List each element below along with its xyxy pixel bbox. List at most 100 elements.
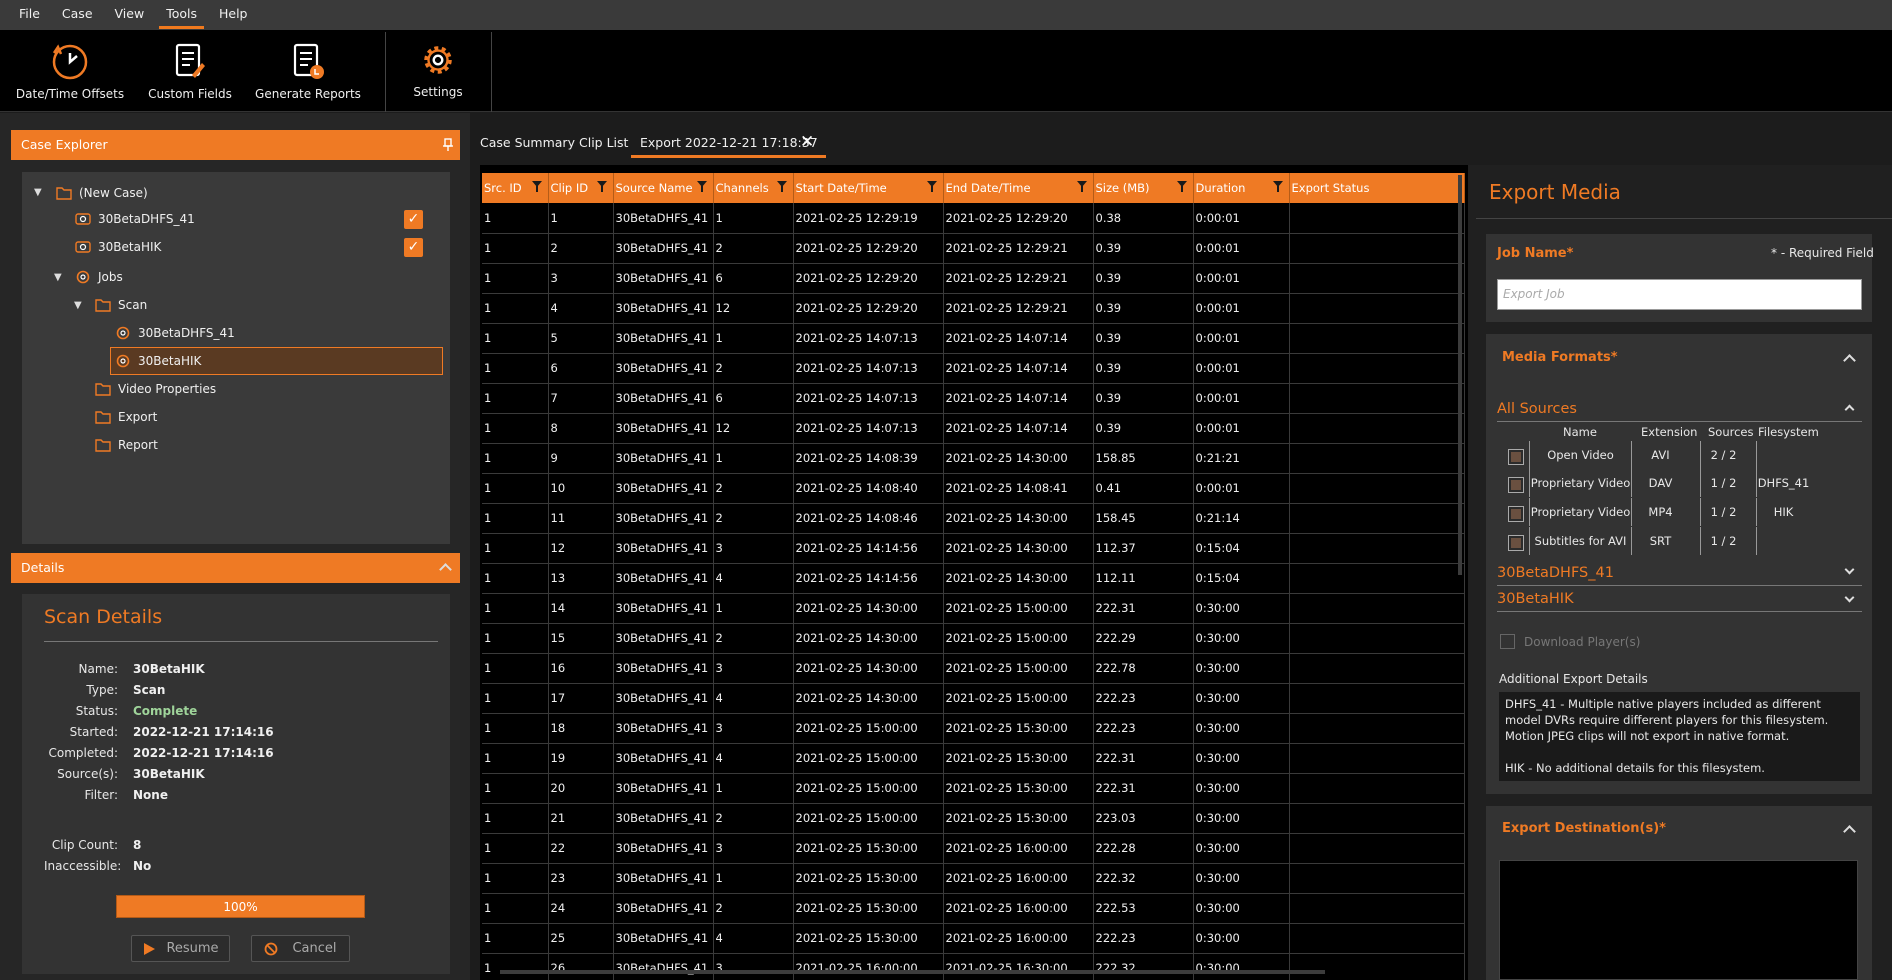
menu-view[interactable]: View bbox=[104, 0, 156, 30]
tree-node-new-case[interactable]: (New Case) bbox=[56, 182, 148, 204]
filter-icon[interactable] bbox=[1272, 181, 1283, 192]
source-group-label: 30BetaHIK bbox=[1497, 591, 1574, 607]
table-cell: 2021-02-25 14:07:13 bbox=[793, 323, 944, 354]
table-row[interactable]: 1 17 30BetaDHFS_41 4 2021-02-25 14:30:00 2021… bbox=[482, 683, 1465, 714]
format-row[interactable]: Proprietary Video DAV 1 / 2 DHFS_41 bbox=[1497, 469, 1862, 497]
table-cell: 30BetaDHFS_41 bbox=[613, 893, 714, 924]
download-player-checkbox[interactable] bbox=[1500, 634, 1515, 649]
table-row[interactable]: 1 14 30BetaDHFS_41 1 2021-02-25 14:30:00 2021… bbox=[482, 593, 1465, 624]
settings-button[interactable]: Settings bbox=[398, 30, 478, 112]
format-checkbox[interactable] bbox=[1508, 506, 1524, 522]
table-row[interactable]: 1 23 30BetaDHFS_41 1 2021-02-25 15:30:00 2021… bbox=[482, 863, 1465, 894]
horizontal-scrollbar[interactable] bbox=[500, 970, 1325, 974]
column-header[interactable]: Duration bbox=[1193, 173, 1290, 203]
format-checkbox[interactable] bbox=[1508, 535, 1524, 551]
chevron-up-icon[interactable] bbox=[439, 563, 452, 576]
table-row[interactable]: 1 3 30BetaDHFS_41 6 2021-02-25 12:29:20 2021-… bbox=[482, 263, 1465, 294]
filter-icon[interactable] bbox=[1176, 181, 1187, 192]
column-header[interactable]: Source Name bbox=[613, 173, 714, 203]
table-row[interactable]: 1 15 30BetaDHFS_41 2 2021-02-25 14:30:00 2021… bbox=[482, 623, 1465, 654]
filter-icon[interactable] bbox=[926, 181, 937, 192]
vertical-scrollbar[interactable] bbox=[1458, 175, 1462, 575]
tab-case-summary[interactable]: Case Summary bbox=[480, 126, 575, 158]
table-row[interactable]: 1 21 30BetaDHFS_41 2 2021-02-25 15:00:00 2021… bbox=[482, 803, 1465, 834]
close-tab-icon[interactable]: ✕ bbox=[800, 132, 814, 152]
table-row[interactable]: 1 13 30BetaDHFS_41 4 2021-02-25 14:14:56 2021… bbox=[482, 563, 1465, 594]
filter-icon[interactable] bbox=[596, 181, 607, 192]
filter-icon[interactable] bbox=[776, 181, 787, 192]
table-cell: 1 bbox=[482, 863, 549, 894]
resume-button[interactable]: Resume bbox=[131, 935, 230, 962]
column-header[interactable]: Export Status bbox=[1289, 173, 1465, 203]
filter-icon[interactable] bbox=[1076, 181, 1087, 192]
custom-fields-button[interactable]: Custom Fields bbox=[140, 30, 240, 112]
tree-node-scan[interactable]: Scan bbox=[95, 294, 147, 316]
tree-node-export[interactable]: Export bbox=[95, 406, 157, 428]
tree-node-source-dhfs[interactable]: 30BetaDHFS_41 bbox=[75, 208, 195, 230]
menu-case[interactable]: Case bbox=[51, 0, 104, 30]
tree-node-scan-hik[interactable]: 30BetaHIK bbox=[115, 350, 201, 372]
expand-caret-icon[interactable]: ▼ bbox=[54, 272, 62, 283]
format-row[interactable]: Open Video AVI 2 / 2 bbox=[1497, 441, 1862, 469]
column-header[interactable]: Src. ID bbox=[482, 173, 549, 203]
format-row[interactable]: Subtitles for AVI SRT 1 / 2 bbox=[1497, 527, 1862, 555]
source-hik-checkbox[interactable]: ✓ bbox=[404, 238, 423, 257]
details-text-hik: HIK - No additional details for this fil… bbox=[1505, 761, 1765, 775]
cancel-button[interactable]: Cancel bbox=[251, 935, 350, 962]
format-checkbox[interactable] bbox=[1508, 477, 1524, 493]
tree-node-report[interactable]: Report bbox=[95, 434, 158, 456]
table-row[interactable]: 1 11 30BetaDHFS_41 2 2021-02-25 14:08:46 2021… bbox=[482, 503, 1465, 534]
export-destination-list[interactable] bbox=[1499, 860, 1858, 980]
job-name-input[interactable]: Export Job bbox=[1497, 279, 1862, 310]
column-header[interactable]: Clip ID bbox=[548, 173, 614, 203]
table-row[interactable]: 1 9 30BetaDHFS_41 1 2021-02-25 14:08:39 2021-… bbox=[482, 443, 1465, 474]
table-row[interactable]: 1 4 30BetaDHFS_41 12 2021-02-25 12:29:20 2021… bbox=[482, 293, 1465, 324]
menu-tools[interactable]: Tools bbox=[155, 0, 208, 30]
menu-file[interactable]: File bbox=[8, 0, 51, 30]
table-row[interactable]: 1 24 30BetaDHFS_41 2 2021-02-25 15:30:00 2021… bbox=[482, 893, 1465, 924]
table-row[interactable]: 1 19 30BetaDHFS_41 4 2021-02-25 15:00:00 2021… bbox=[482, 743, 1465, 774]
source-group-hik[interactable]: 30BetaHIK bbox=[1497, 587, 1574, 611]
tree-node-video-properties[interactable]: Video Properties bbox=[95, 378, 216, 400]
expand-caret-icon[interactable]: ▼ bbox=[74, 300, 82, 311]
table-row[interactable]: 1 6 30BetaDHFS_41 2 2021-02-25 14:07:13 2021-… bbox=[482, 353, 1465, 384]
pin-icon[interactable] bbox=[442, 138, 454, 152]
table-row[interactable]: 1 1 30BetaDHFS_41 1 2021-02-25 12:29:19 2021-… bbox=[482, 203, 1465, 234]
column-header[interactable]: Channels bbox=[713, 173, 794, 203]
generate-reports-button[interactable]: Generate Reports bbox=[254, 30, 362, 112]
table-row[interactable]: 1 26 30BetaDHFS_41 3 2021-02-25 16:00:00 2021… bbox=[482, 953, 1465, 980]
all-sources-group[interactable]: All Sources bbox=[1497, 397, 1577, 421]
column-header[interactable]: End Date/Time bbox=[943, 173, 1094, 203]
format-row[interactable]: Proprietary Video MP4 1 / 2 HIK bbox=[1497, 498, 1862, 526]
table-row[interactable]: 1 16 30BetaDHFS_41 3 2021-02-25 14:30:00 2021… bbox=[482, 653, 1465, 684]
table-row[interactable]: 1 10 30BetaDHFS_41 2 2021-02-25 14:08:40 2021… bbox=[482, 473, 1465, 504]
date-time-offsets-button[interactable]: Date/Time Offsets bbox=[16, 30, 124, 112]
filter-icon[interactable] bbox=[531, 181, 542, 192]
tree-node-source-hik[interactable]: 30BetaHIK bbox=[75, 236, 161, 258]
menu-help[interactable]: Help bbox=[208, 0, 259, 30]
table-row[interactable]: 1 12 30BetaDHFS_41 3 2021-02-25 14:14:56 2021… bbox=[482, 533, 1465, 564]
table-row[interactable]: 1 22 30BetaDHFS_41 3 2021-02-25 15:30:00 2021… bbox=[482, 833, 1465, 864]
tab-export[interactable]: Export 2022-12-21 17:18:37 bbox=[631, 126, 826, 158]
column-header[interactable]: Start Date/Time bbox=[793, 173, 944, 203]
table-cell: 13 bbox=[548, 563, 614, 594]
table-row[interactable]: 1 7 30BetaDHFS_41 6 2021-02-25 14:07:13 2021-… bbox=[482, 383, 1465, 414]
download-player-option[interactable]: Download Player(s) bbox=[1500, 634, 1640, 649]
table-row[interactable]: 1 18 30BetaDHFS_41 3 2021-02-25 15:00:00 2021… bbox=[482, 713, 1465, 744]
source-dhfs-checkbox[interactable]: ✓ bbox=[404, 210, 423, 229]
table-row[interactable]: 1 25 30BetaDHFS_41 4 2021-02-25 15:30:00 2021… bbox=[482, 923, 1465, 954]
table-row[interactable]: 1 5 30BetaDHFS_41 1 2021-02-25 14:07:13 2021-… bbox=[482, 323, 1465, 354]
tree-node-jobs[interactable]: Jobs bbox=[75, 266, 123, 288]
format-checkbox[interactable] bbox=[1508, 449, 1524, 465]
tree-node-scan-dhfs[interactable]: 30BetaDHFS_41 bbox=[115, 322, 235, 344]
tab-clip-list[interactable]: Clip List bbox=[579, 126, 628, 158]
table-row[interactable]: 1 2 30BetaDHFS_41 2 2021-02-25 12:29:20 2021-… bbox=[482, 233, 1465, 264]
expand-caret-icon[interactable]: ▼ bbox=[34, 187, 42, 198]
column-header[interactable]: Size (MB) bbox=[1093, 173, 1194, 203]
source-group-dhfs[interactable]: 30BetaDHFS_41 bbox=[1497, 561, 1614, 585]
table-row[interactable]: 1 20 30BetaDHFS_41 1 2021-02-25 15:00:00 2021… bbox=[482, 773, 1465, 804]
table-cell: 4 bbox=[713, 563, 794, 594]
table-row[interactable]: 1 8 30BetaDHFS_41 12 2021-02-25 14:07:13 2021… bbox=[482, 413, 1465, 444]
filter-icon[interactable] bbox=[696, 181, 707, 192]
details-header[interactable]: Details bbox=[11, 553, 460, 583]
